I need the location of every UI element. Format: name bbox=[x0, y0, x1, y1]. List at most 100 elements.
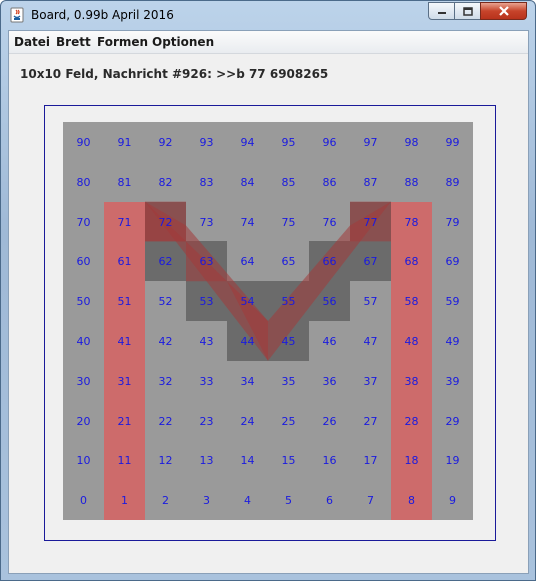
cell-number: 35 bbox=[281, 374, 296, 388]
title-bar[interactable]: Board, 0.99b April 2016 bbox=[1, 1, 535, 30]
cell-number: 22 bbox=[158, 414, 173, 428]
cell-number: 29 bbox=[445, 414, 460, 428]
red-column-strip bbox=[391, 201, 432, 520]
cell-number: 72 bbox=[158, 215, 173, 229]
cell-number: 2 bbox=[162, 494, 169, 508]
cell-number: 40 bbox=[76, 335, 91, 348]
cell-number: 32 bbox=[158, 374, 173, 388]
menu-datei[interactable]: Datei bbox=[14, 35, 50, 49]
cell-number: 65 bbox=[281, 255, 296, 269]
cell-number: 64 bbox=[240, 255, 255, 269]
cell-number: 76 bbox=[322, 215, 337, 229]
menu-formen[interactable]: Formen bbox=[97, 35, 148, 49]
cell-number: 36 bbox=[322, 374, 337, 388]
cell-number: 55 bbox=[281, 295, 296, 309]
cell-number: 82 bbox=[158, 175, 173, 189]
cell-number: 44 bbox=[240, 335, 255, 348]
cell-number: 74 bbox=[240, 215, 255, 229]
cell-number: 10 bbox=[76, 454, 91, 468]
cell-number: 26 bbox=[322, 414, 337, 428]
cell-number: 45 bbox=[281, 335, 296, 348]
game-board[interactable]: 90 91 92 93 94 95 96 97 98 99 80 81 82 83 84 85 86 87 88 89… bbox=[63, 122, 473, 520]
cell-number: 7 bbox=[367, 494, 374, 508]
cell-number: 19 bbox=[445, 454, 460, 468]
cell-number: 73 bbox=[199, 215, 214, 229]
cell-number: 31 bbox=[117, 374, 132, 388]
cell-number: 6 bbox=[326, 494, 333, 508]
cell-number: 0 bbox=[80, 494, 87, 508]
minimize-icon bbox=[437, 12, 446, 14]
cell-number: 28 bbox=[404, 414, 419, 428]
cell-number: 25 bbox=[281, 414, 296, 428]
cell-number: 69 bbox=[445, 255, 460, 269]
cell-number: 15 bbox=[281, 454, 296, 468]
cell-number: 71 bbox=[117, 215, 132, 229]
cell-number: 38 bbox=[404, 374, 419, 388]
cell-number: 66 bbox=[322, 255, 337, 269]
cell-number: 4 bbox=[244, 494, 251, 508]
cell-number: 37 bbox=[363, 374, 378, 388]
cell-number: 21 bbox=[117, 414, 132, 428]
cell-number: 87 bbox=[363, 175, 378, 189]
cell-number: 49 bbox=[445, 335, 460, 348]
cell-number: 58 bbox=[404, 295, 419, 309]
cell-number: 94 bbox=[240, 136, 255, 149]
close-button[interactable] bbox=[480, 2, 527, 20]
maximize-icon bbox=[462, 6, 473, 16]
cell-number: 83 bbox=[199, 175, 214, 189]
cell-number: 53 bbox=[199, 295, 214, 309]
menu-optionen[interactable]: Optionen bbox=[152, 35, 214, 49]
menu-bar: Datei Brett Formen Optionen bbox=[9, 31, 528, 54]
cell-number: 8 bbox=[408, 494, 415, 508]
cell-number: 16 bbox=[322, 454, 337, 468]
close-icon bbox=[498, 6, 509, 16]
window-title: Board, 0.99b April 2016 bbox=[31, 8, 174, 22]
cell-number: 41 bbox=[117, 335, 132, 348]
cell-number: 51 bbox=[117, 295, 132, 309]
cell-number: 91 bbox=[117, 136, 132, 149]
java-app-icon bbox=[10, 7, 24, 23]
cell-number: 30 bbox=[76, 374, 91, 388]
cell-number: 56 bbox=[322, 295, 337, 309]
cell-number: 17 bbox=[363, 454, 378, 468]
cell-number: 79 bbox=[445, 215, 460, 229]
cell-number: 68 bbox=[404, 255, 419, 269]
cell-number: 61 bbox=[117, 255, 132, 269]
cell-number: 11 bbox=[117, 454, 132, 468]
cell-number: 46 bbox=[322, 335, 337, 348]
maximize-button[interactable] bbox=[454, 2, 481, 20]
status-message: 10x10 Feld, Nachricht #926: >>b 77 69082… bbox=[20, 67, 329, 81]
cell-number: 59 bbox=[445, 295, 460, 309]
cell-number: 99 bbox=[445, 136, 460, 149]
cell-number: 1 bbox=[121, 494, 128, 508]
cell-number: 14 bbox=[240, 454, 255, 468]
cell-number: 84 bbox=[240, 175, 255, 189]
cell-number: 86 bbox=[322, 175, 337, 189]
cell-number: 18 bbox=[404, 454, 419, 468]
cell-number: 97 bbox=[363, 136, 378, 149]
cell-number: 92 bbox=[158, 136, 173, 149]
cell-number: 9 bbox=[449, 494, 456, 508]
minimize-button[interactable] bbox=[428, 2, 455, 20]
cell-number: 67 bbox=[363, 255, 378, 269]
cell-number: 47 bbox=[363, 335, 378, 348]
cell-number: 39 bbox=[445, 374, 460, 388]
cell-number: 85 bbox=[281, 175, 296, 189]
cell-number: 93 bbox=[199, 136, 214, 149]
cell-number: 20 bbox=[76, 414, 91, 428]
cell-number: 48 bbox=[404, 335, 419, 348]
cell-number: 3 bbox=[203, 494, 210, 508]
red-column-strip bbox=[104, 201, 145, 520]
cell-number: 24 bbox=[240, 414, 255, 428]
cell-number: 63 bbox=[199, 255, 214, 269]
cell-number: 33 bbox=[199, 374, 214, 388]
cell-number: 96 bbox=[322, 136, 337, 149]
menu-brett[interactable]: Brett bbox=[56, 35, 91, 49]
cell-number: 80 bbox=[76, 175, 91, 189]
cell-number: 43 bbox=[199, 335, 214, 348]
app-window: Board, 0.99b April 2016 Datei Brett Form… bbox=[0, 0, 536, 581]
cell-number: 52 bbox=[158, 295, 173, 309]
cell-number: 77 bbox=[363, 215, 378, 229]
cell-number: 23 bbox=[199, 414, 214, 428]
cell-number: 34 bbox=[240, 374, 255, 388]
